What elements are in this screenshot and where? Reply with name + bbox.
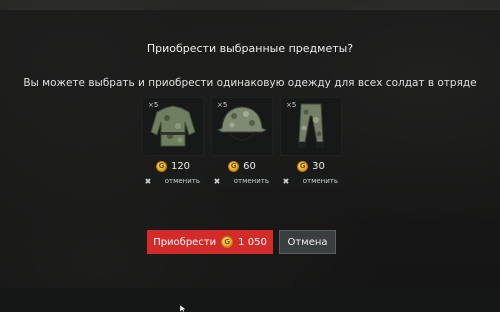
- item-price: G 60: [211, 159, 273, 173]
- item-price-value: 120: [170, 160, 191, 172]
- item-card[interactable]: ×5: [211, 97, 273, 156]
- remove-item-button[interactable]: ✖ отменить: [211, 175, 273, 187]
- close-icon: ✖: [144, 176, 152, 186]
- coin-icon: G: [155, 160, 167, 172]
- item-price: G 120: [142, 159, 204, 173]
- camo-pants-icon: [298, 103, 324, 148]
- coin-icon: G: [297, 160, 309, 172]
- coin-icon: G: [228, 160, 240, 172]
- dialog-subtitle: Вы можете выбрать и приобрести одинакову…: [23, 77, 477, 89]
- total-price: 1 050: [238, 236, 267, 248]
- item-price: G 30: [280, 159, 342, 173]
- buy-label: Приобрести: [153, 236, 217, 248]
- camo-helmet-icon: [216, 106, 268, 141]
- remove-label: отменить: [233, 177, 269, 185]
- mouse-cursor-icon: [180, 305, 186, 312]
- remove-item-button[interactable]: ✖ отменить: [280, 175, 342, 187]
- item-pants: ×5 G 30 ✖ отменить: [280, 97, 342, 187]
- remove-label: отменить: [302, 177, 338, 185]
- item-helmet: ×5 G 60 ✖ отменить: [211, 97, 273, 187]
- close-icon: ✖: [213, 176, 221, 186]
- item-price-value: 60: [243, 160, 256, 172]
- close-icon: ✖: [282, 176, 290, 186]
- remove-label: отменить: [164, 177, 200, 185]
- bottom-bar: [0, 288, 500, 312]
- item-card[interactable]: ×5: [142, 97, 204, 156]
- remove-item-button[interactable]: ✖ отменить: [142, 175, 204, 187]
- dialog-title: Приобрести выбранные предметы?: [146, 42, 354, 55]
- buy-button[interactable]: Приобрести G 1 050: [147, 230, 273, 254]
- cancel-button[interactable]: Отмена: [279, 230, 336, 254]
- item-card[interactable]: ×5: [280, 97, 342, 156]
- coin-icon: G: [221, 236, 234, 248]
- items-list: ×5 G 120 ✖ отменить ×5 G 60 ✖ отменить ×…: [142, 97, 342, 187]
- item-price-value: 30: [312, 160, 325, 172]
- item-jacket: ×5 G 120 ✖ отменить: [142, 97, 204, 187]
- camo-jacket-icon: [150, 105, 196, 147]
